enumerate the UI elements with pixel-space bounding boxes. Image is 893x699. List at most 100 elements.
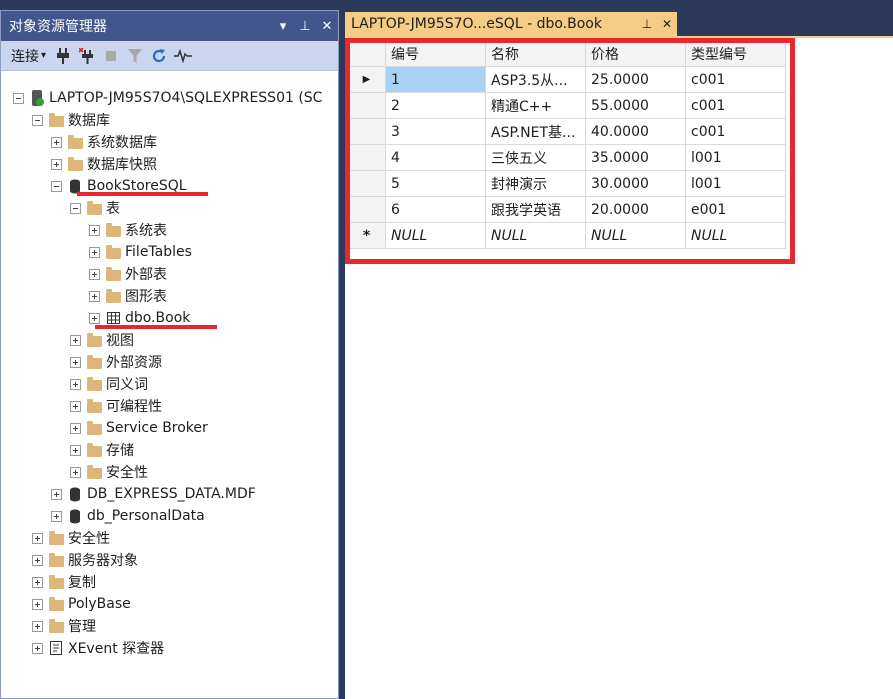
row-selector[interactable]	[347, 118, 386, 145]
tree-node-db-security[interactable]: 安全性	[70, 461, 148, 483]
expand-toggle[interactable]	[89, 312, 100, 324]
expand-toggle[interactable]	[89, 224, 100, 236]
expand-toggle[interactable]	[51, 488, 62, 500]
tree-node-tables[interactable]: 表	[70, 197, 120, 219]
new-row-marker[interactable]: *	[347, 222, 386, 249]
expand-toggle[interactable]	[89, 246, 100, 258]
grid-cell[interactable]: ASP.NET基...	[485, 118, 586, 145]
table-row[interactable]: 5 封神演示 30.0000 l001	[347, 170, 786, 197]
grid-cell[interactable]: e001	[685, 196, 786, 223]
tree-node-security[interactable]: 安全性	[32, 527, 110, 549]
tree-node-polybase[interactable]: PolyBase	[32, 593, 131, 615]
row-header-corner[interactable]	[347, 40, 386, 67]
grid-cell[interactable]: 跟我学英语	[485, 196, 586, 223]
tree-node-system-databases[interactable]: 系统数据库	[51, 131, 157, 153]
table-row[interactable]: 4 三侠五义 35.0000 l001	[347, 144, 786, 171]
grid-cell[interactable]: 35.0000	[585, 144, 686, 171]
refresh-icon[interactable]	[148, 45, 170, 67]
row-selector[interactable]	[347, 92, 386, 119]
row-selector-current-icon[interactable]: ▶	[347, 66, 386, 93]
tree-node-replication[interactable]: 复制	[32, 571, 96, 593]
window-position-dropdown-icon[interactable]: ▾	[272, 19, 294, 34]
tree-node-synonyms[interactable]: 同义词	[70, 373, 148, 395]
tree-node-service-broker[interactable]: Service Broker	[70, 417, 208, 439]
grid-cell[interactable]: 20.0000	[585, 196, 686, 223]
tree-node-system-tables[interactable]: 系统表	[89, 219, 167, 241]
row-selector[interactable]	[347, 196, 386, 223]
grid-cell[interactable]: 精通C++	[485, 92, 586, 119]
table-row[interactable]: ▶ 1 ASP3.5从... 25.0000 c001	[347, 66, 786, 93]
expand-toggle[interactable]	[70, 422, 81, 434]
expand-toggle[interactable]	[32, 532, 43, 544]
grid-cell-null[interactable]: NULL	[385, 222, 486, 249]
document-tab-dbo-book[interactable]: LAPTOP-JM95S7O...eSQL - dbo.Book ⊥ ✕	[345, 12, 677, 36]
grid-cell[interactable]: 40.0000	[585, 118, 686, 145]
tree-node-db-express-data[interactable]: DB_EXPRESS_DATA.MDF	[51, 483, 256, 505]
grid-cell[interactable]: 1	[385, 66, 486, 93]
expand-toggle[interactable]	[32, 576, 43, 588]
tree-node-graph-tables[interactable]: 图形表	[89, 285, 167, 307]
expand-toggle[interactable]	[32, 554, 43, 566]
tree-node-db-personal[interactable]: db_PersonalData	[51, 505, 205, 527]
expand-toggle[interactable]	[70, 444, 81, 456]
tree-node-programmability[interactable]: 可编程性	[70, 395, 162, 417]
grid-cell-null[interactable]: NULL	[685, 222, 786, 249]
expand-toggle[interactable]	[70, 466, 81, 478]
column-header[interactable]: 类型编号	[685, 40, 786, 67]
grid-cell[interactable]: c001	[685, 92, 786, 119]
expand-toggle[interactable]	[89, 290, 100, 302]
grid-cell[interactable]: 30.0000	[585, 170, 686, 197]
grid-cell[interactable]: 6	[385, 196, 486, 223]
tree-node-management[interactable]: 管理	[32, 615, 96, 637]
pin-icon[interactable]: ⊥	[294, 19, 316, 34]
tree-node-storage[interactable]: 存储	[70, 439, 134, 461]
grid-cell[interactable]: 4	[385, 144, 486, 171]
expand-toggle[interactable]	[32, 620, 43, 632]
table-row[interactable]: 3 ASP.NET基... 40.0000 c001	[347, 118, 786, 145]
column-header[interactable]: 名称	[485, 40, 586, 67]
tree-node-external-resources[interactable]: 外部资源	[70, 351, 162, 373]
stop-icon[interactable]	[100, 45, 122, 67]
grid-cell-null[interactable]: NULL	[485, 222, 586, 249]
row-selector[interactable]	[347, 144, 386, 171]
tree-node-databases[interactable]: 数据库	[32, 109, 110, 131]
collapse-toggle[interactable]	[13, 92, 24, 104]
pin-icon[interactable]: ⊥	[637, 17, 657, 31]
table-row[interactable]: 2 精通C++ 55.0000 c001	[347, 92, 786, 119]
grid-cell[interactable]: 55.0000	[585, 92, 686, 119]
close-icon[interactable]: ✕	[316, 19, 338, 34]
disconnect-plug-icon[interactable]	[76, 45, 98, 67]
tree-node-file-tables[interactable]: FileTables	[89, 241, 192, 263]
grid-cell[interactable]: c001	[685, 118, 786, 145]
connect-button[interactable]: 连接 ▾	[7, 45, 50, 67]
expand-toggle[interactable]	[32, 598, 43, 610]
expand-toggle[interactable]	[89, 268, 100, 280]
grid-cell[interactable]: l001	[685, 144, 786, 171]
connect-plug-icon[interactable]	[52, 45, 74, 67]
expand-toggle[interactable]	[70, 400, 81, 412]
expand-toggle[interactable]	[51, 158, 62, 170]
tree-node-views[interactable]: 视图	[70, 329, 134, 351]
row-selector[interactable]	[347, 170, 386, 197]
grid-cell-null[interactable]: NULL	[585, 222, 686, 249]
expand-toggle[interactable]	[51, 510, 62, 522]
tree-node-external-tables[interactable]: 外部表	[89, 263, 167, 285]
grid-cell[interactable]: 封神演示	[485, 170, 586, 197]
grid-cell[interactable]: 5	[385, 170, 486, 197]
expand-toggle[interactable]	[32, 642, 43, 654]
close-icon[interactable]: ✕	[657, 17, 677, 31]
collapse-toggle[interactable]	[32, 114, 43, 126]
expand-toggle[interactable]	[70, 378, 81, 390]
grid-cell[interactable]: c001	[685, 66, 786, 93]
grid-cell[interactable]: ASP3.5从...	[485, 66, 586, 93]
grid-cell[interactable]: 三侠五义	[485, 144, 586, 171]
grid-cell[interactable]: 3	[385, 118, 486, 145]
grid-cell[interactable]: 25.0000	[585, 66, 686, 93]
activity-monitor-icon[interactable]	[172, 45, 194, 67]
collapse-toggle[interactable]	[51, 180, 62, 192]
tree-node-db-snapshots[interactable]: 数据库快照	[51, 153, 157, 175]
tree-node-server[interactable]: LAPTOP-JM95S7O4\SQLEXPRESS01 (SC	[13, 87, 322, 109]
column-header[interactable]: 价格	[585, 40, 686, 67]
grid-cell[interactable]: l001	[685, 170, 786, 197]
collapse-toggle[interactable]	[70, 202, 81, 214]
